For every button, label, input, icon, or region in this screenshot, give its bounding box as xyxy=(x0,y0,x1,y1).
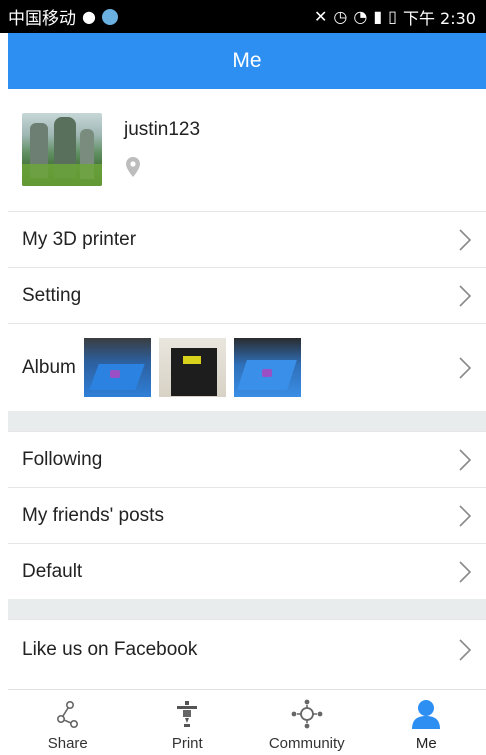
album-thumbnails xyxy=(83,338,301,397)
battery-icon: ▯ xyxy=(388,7,397,26)
tab-label: Me xyxy=(415,735,437,752)
menu-like-facebook[interactable]: Like us on Facebook xyxy=(8,619,486,679)
section-divider xyxy=(8,599,486,619)
chevron-right-icon xyxy=(459,448,472,471)
menu-album[interactable]: Album xyxy=(8,323,486,411)
username: justin123 xyxy=(124,119,201,140)
chevron-right-icon xyxy=(459,228,472,251)
chevron-right-icon xyxy=(459,560,472,583)
menu-setting[interactable]: Setting xyxy=(8,267,486,323)
wifi-icon: ◔ xyxy=(353,7,368,26)
status-time: 下午 2:30 xyxy=(402,8,476,28)
menu-item-label: Setting xyxy=(22,284,82,306)
album-photo-printer-display[interactable] xyxy=(158,338,226,397)
tab-label: Community xyxy=(268,735,345,752)
tab-community[interactable]: Community xyxy=(247,690,367,755)
printer-icon xyxy=(177,701,198,727)
menu-my-3d-printer[interactable]: My 3D printer xyxy=(8,211,486,267)
menu-default[interactable]: Default xyxy=(8,543,486,599)
album-photo-printer-print[interactable] xyxy=(233,338,301,397)
tab-print[interactable]: Print xyxy=(128,690,248,755)
menu-item-label: Album xyxy=(22,356,76,378)
page-title: Me xyxy=(232,49,262,72)
signal-icon: ▮ xyxy=(373,7,383,26)
album-photo-printer-bed[interactable] xyxy=(83,338,151,397)
person-icon xyxy=(412,700,441,729)
page-header: Me xyxy=(8,33,486,89)
chevron-right-icon xyxy=(459,356,472,379)
menu-item-label: My 3D printer xyxy=(22,228,137,250)
chevron-right-icon xyxy=(459,284,472,307)
tab-label: Share xyxy=(47,735,88,752)
tab-share[interactable]: Share xyxy=(8,690,128,755)
bottom-tab-bar: Share Print Community Me xyxy=(8,689,486,755)
section-divider xyxy=(8,411,486,431)
community-icon xyxy=(291,699,323,729)
location-pin-icon xyxy=(126,157,140,177)
avatar[interactable] xyxy=(22,113,102,186)
browser-notification-icon xyxy=(101,8,118,25)
chat-notification-icon: ● xyxy=(82,7,96,26)
menu-item-label: My friends' posts xyxy=(22,504,164,526)
menu-item-label: Default xyxy=(22,560,83,582)
carrier-name: 中国移动 xyxy=(8,9,76,29)
menu-following[interactable]: Following xyxy=(8,431,486,487)
tab-label: Print xyxy=(171,735,203,752)
profile-card[interactable]: justin123 xyxy=(8,89,486,211)
menu-item-label: Following xyxy=(22,448,103,470)
share-icon xyxy=(56,700,78,728)
alarm-icon: ◷ xyxy=(333,7,348,26)
menu-friends-posts[interactable]: My friends' posts xyxy=(8,487,486,543)
status-bar: 中国移动 ● ✕ ◷ ◔ ▮ ▯ 下午 2:30 xyxy=(0,0,486,33)
chevron-right-icon xyxy=(459,638,472,661)
chevron-right-icon xyxy=(459,504,472,527)
menu-item-label: Like us on Facebook xyxy=(22,638,198,660)
tab-me[interactable]: Me xyxy=(367,690,486,755)
mute-icon: ✕ xyxy=(314,7,328,26)
